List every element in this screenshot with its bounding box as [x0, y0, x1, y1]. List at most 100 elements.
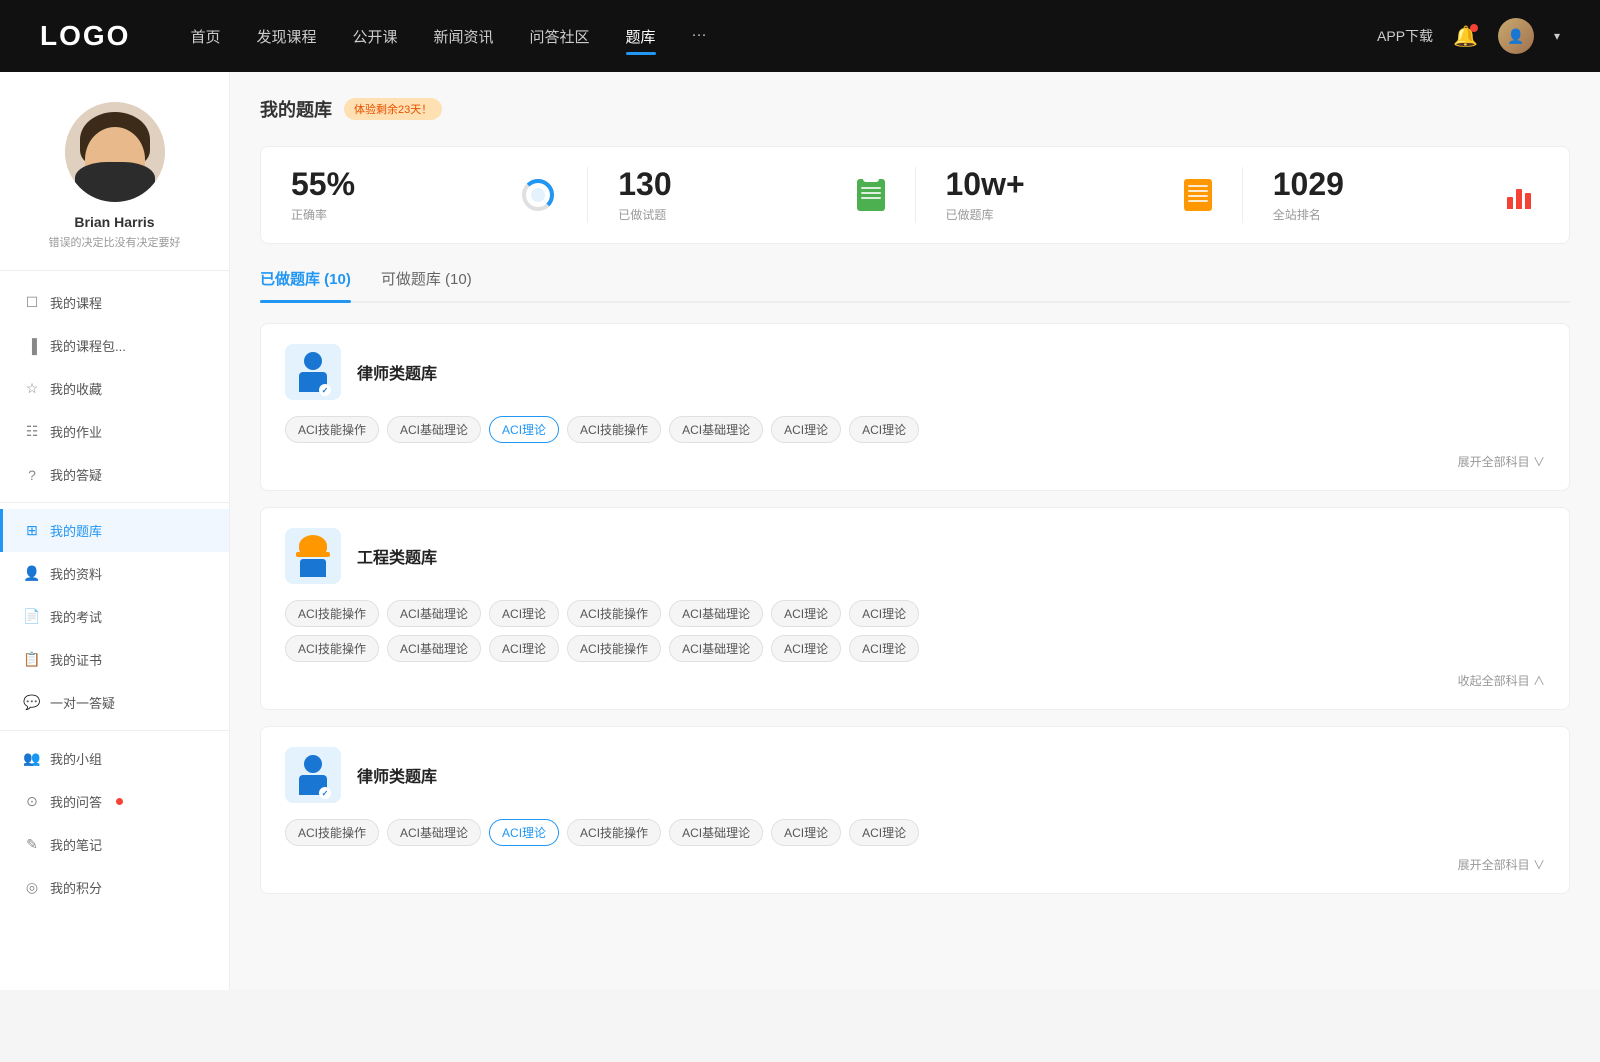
- stats-row: 55% 正确率 130 已做试题: [260, 146, 1570, 244]
- eng-tag-r2-1[interactable]: ACI基础理论: [387, 635, 481, 662]
- eng-tag-r1-3[interactable]: ACI技能操作: [567, 600, 661, 627]
- page-body: Brian Harris 错误的决定比没有决定要好 ☐ 我的课程 ▐ 我的课程包…: [0, 72, 1600, 990]
- eng-tag-r2-2[interactable]: ACI理论: [489, 635, 559, 662]
- stat-accuracy-value: 55%: [291, 167, 503, 202]
- expand-btn-lawyer-1[interactable]: 展开全部科目 ∨: [1458, 453, 1545, 470]
- stat-rank-value: 1029: [1273, 167, 1491, 202]
- sidebar-item-1on1[interactable]: 💬 一对一答疑: [0, 681, 229, 724]
- l2-tag-6[interactable]: ACI理论: [849, 819, 919, 846]
- sidebar-item-points[interactable]: ◎ 我的积分: [0, 866, 229, 909]
- collapse-btn-engineer[interactable]: 收起全部科目 ∧: [1458, 672, 1545, 689]
- tab-done[interactable]: 已做题库 (10): [260, 268, 351, 301]
- header-right: APP下载 🔔 👤 ▾: [1377, 18, 1560, 54]
- sidebar-item-qa[interactable]: ⊙ 我的问答: [0, 780, 229, 823]
- eng-tag-r2-5[interactable]: ACI理论: [771, 635, 841, 662]
- points-icon: ◎: [24, 880, 40, 896]
- nav-open-course[interactable]: 公开课: [352, 22, 397, 51]
- chat-icon: 💬: [24, 695, 40, 711]
- quiz-card-lawyer-1-footer: 展开全部科目 ∨: [285, 453, 1545, 470]
- quiz-tags-engineer-row2: ACI技能操作 ACI基础理论 ACI理论 ACI技能操作 ACI基础理论 AC…: [285, 635, 1545, 662]
- tag-1[interactable]: ACI基础理论: [387, 416, 481, 443]
- eng-tag-r2-4[interactable]: ACI基础理论: [669, 635, 763, 662]
- sidebar-item-exams[interactable]: 📄 我的考试: [0, 595, 229, 638]
- quiz-card-lawyer-1: ✓ 律师类题库 ACI技能操作 ACI基础理论 ACI理论 ACI技能操作 AC…: [260, 323, 1570, 491]
- sidebar-divider-2: [0, 730, 229, 731]
- tag-6[interactable]: ACI理论: [849, 416, 919, 443]
- profile-motto: 错误的决定比没有决定要好: [49, 234, 181, 250]
- main-content: 我的题库 体验剩余23天！ 55% 正确率: [230, 72, 1600, 990]
- stat-questions-label: 已做试题: [618, 206, 840, 223]
- eng-tag-r2-3[interactable]: ACI技能操作: [567, 635, 661, 662]
- eng-tag-r1-5[interactable]: ACI理论: [771, 600, 841, 627]
- nav-home[interactable]: 首页: [190, 22, 220, 51]
- sidebar-item-my-courses[interactable]: ☐ 我的课程: [0, 281, 229, 324]
- quiz-tags-lawyer-2: ACI技能操作 ACI基础理论 ACI理论 ACI技能操作 ACI基础理论 AC…: [285, 819, 1545, 846]
- nav-quiz[interactable]: 题库: [626, 22, 656, 51]
- eng-tag-r2-0[interactable]: ACI技能操作: [285, 635, 379, 662]
- tab-available[interactable]: 可做题库 (10): [381, 268, 472, 301]
- accuracy-donut-chart: [519, 176, 557, 214]
- sidebar-item-notes[interactable]: ✎ 我的笔记: [0, 823, 229, 866]
- sidebar-item-homework[interactable]: ☷ 我的作业: [0, 410, 229, 453]
- eng-tag-r1-4[interactable]: ACI基础理论: [669, 600, 763, 627]
- notes-icon-container: [1184, 179, 1212, 211]
- nav-qa[interactable]: 问答社区: [530, 22, 590, 51]
- stat-questions-value: 130: [618, 167, 840, 202]
- grid-icon: ⊞: [24, 523, 40, 539]
- eng-tag-r1-6[interactable]: ACI理论: [849, 600, 919, 627]
- nav-news[interactable]: 新闻资讯: [434, 22, 494, 51]
- sidebar-item-course-packages[interactable]: ▐ 我的课程包...: [0, 324, 229, 367]
- group-icon: 👥: [24, 751, 40, 767]
- quiz-card-lawyer-2: ✓ 律师类题库 ACI技能操作 ACI基础理论 ACI理论 ACI技能操作 AC…: [260, 726, 1570, 894]
- avatar-dropdown-icon[interactable]: ▾: [1554, 29, 1560, 43]
- sidebar-item-quiz-bank[interactable]: ⊞ 我的题库: [0, 509, 229, 552]
- eng-tag-r1-1[interactable]: ACI基础理论: [387, 600, 481, 627]
- sidebar-item-certificates[interactable]: 📋 我的证书: [0, 638, 229, 681]
- nav-more[interactable]: ···: [692, 22, 707, 51]
- tag-4[interactable]: ACI基础理论: [669, 416, 763, 443]
- quiz-tags-lawyer-1: ACI技能操作 ACI基础理论 ACI理论 ACI技能操作 ACI基础理论 AC…: [285, 416, 1545, 443]
- app-download-btn[interactable]: APP下载: [1377, 26, 1433, 46]
- lawyer-icon-2: ✓: [285, 747, 341, 803]
- avatar-image: 👤: [1498, 18, 1534, 54]
- l2-tag-2-active[interactable]: ACI理论: [489, 819, 559, 846]
- l2-tag-4[interactable]: ACI基础理论: [669, 819, 763, 846]
- l2-tag-0[interactable]: ACI技能操作: [285, 819, 379, 846]
- sidebar-item-favorites[interactable]: ☆ 我的收藏: [0, 367, 229, 410]
- nav-discover[interactable]: 发现课程: [256, 22, 316, 51]
- l2-tag-5[interactable]: ACI理论: [771, 819, 841, 846]
- certificate-icon: 📋: [24, 652, 40, 668]
- stat-banks-value: 10w+: [946, 167, 1168, 202]
- tag-5[interactable]: ACI理论: [771, 416, 841, 443]
- quiz-card-engineer: 工程类题库 ACI技能操作 ACI基础理论 ACI理论 ACI技能操作 ACI基…: [260, 507, 1570, 710]
- tag-3[interactable]: ACI技能操作: [567, 416, 661, 443]
- sidebar-item-answers[interactable]: ? 我的答疑: [0, 453, 229, 496]
- notes-icon: [1184, 179, 1212, 211]
- avatar[interactable]: 👤: [1498, 18, 1534, 54]
- notification-bell[interactable]: 🔔: [1453, 24, 1478, 49]
- eng-tag-r2-6[interactable]: ACI理论: [849, 635, 919, 662]
- qa-icon: ⊙: [24, 794, 40, 810]
- stat-accuracy: 55% 正确率: [261, 167, 588, 223]
- sidebar-item-profile-data[interactable]: 👤 我的资料: [0, 552, 229, 595]
- profile-avatar: [65, 102, 165, 202]
- sidebar: Brian Harris 错误的决定比没有决定要好 ☐ 我的课程 ▐ 我的课程包…: [0, 72, 230, 990]
- tag-0[interactable]: ACI技能操作: [285, 416, 379, 443]
- stat-rank-label: 全站排名: [1273, 206, 1491, 223]
- question-circle-icon: ?: [24, 467, 40, 483]
- quiz-card-lawyer-2-header: ✓ 律师类题库: [285, 747, 1545, 803]
- sidebar-item-groups[interactable]: 👥 我的小组: [0, 737, 229, 780]
- eng-tag-r1-0[interactable]: ACI技能操作: [285, 600, 379, 627]
- trial-badge: 体验剩余23天！: [344, 98, 442, 120]
- tag-2-active[interactable]: ACI理论: [489, 416, 559, 443]
- sidebar-menu: ☐ 我的课程 ▐ 我的课程包... ☆ 我的收藏 ☷ 我的作业 ? 我的答疑 ⊞: [0, 281, 229, 909]
- notes-icon: ✎: [24, 837, 40, 853]
- l2-tag-3[interactable]: ACI技能操作: [567, 819, 661, 846]
- l2-tag-1[interactable]: ACI基础理论: [387, 819, 481, 846]
- star-icon: ☆: [24, 381, 40, 397]
- sidebar-profile: Brian Harris 错误的决定比没有决定要好: [0, 102, 229, 271]
- quiz-card-lawyer-1-header: ✓ 律师类题库: [285, 344, 1545, 400]
- bar-chart-icon: [1507, 181, 1539, 209]
- eng-tag-r1-2[interactable]: ACI理论: [489, 600, 559, 627]
- expand-btn-lawyer-2[interactable]: 展开全部科目 ∨: [1458, 856, 1545, 873]
